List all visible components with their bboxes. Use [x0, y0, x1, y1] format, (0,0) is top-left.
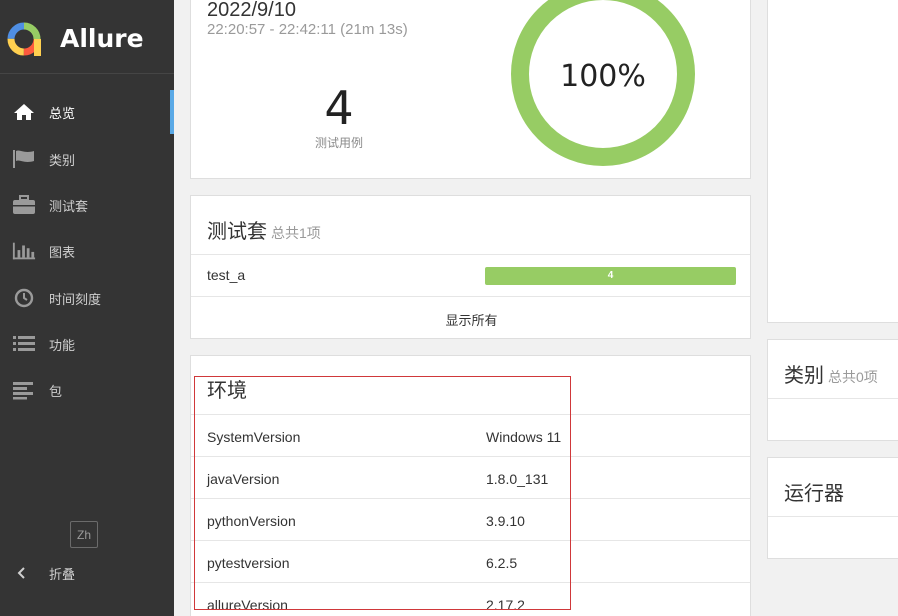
nav-item-suites[interactable]: 测试套	[0, 183, 174, 227]
trend-card	[767, 0, 898, 323]
bar-chart-icon	[12, 240, 36, 262]
test-case-label: 测试用例	[314, 136, 363, 150]
suite-name: test_a	[207, 267, 246, 283]
sidebar: Allure 总览 类别 测试套 图表 时间刻度 功能 包 Zh 折叠	[0, 0, 174, 616]
env-key: javaVersion	[207, 471, 280, 487]
env-value: 1.8.0_131	[486, 471, 549, 487]
test-case-count: 4	[324, 81, 354, 135]
nav-item-packages[interactable]: 包	[0, 368, 174, 412]
suites-title: 测试套 总共1项	[207, 215, 321, 244]
list-icon	[12, 333, 36, 355]
environment-row: javaVersion 1.8.0_131	[191, 457, 752, 499]
divider	[768, 398, 898, 399]
briefcase-icon	[12, 194, 36, 216]
brand[interactable]: Allure	[0, 0, 174, 74]
suite-status-bar[interactable]: 4	[485, 267, 736, 285]
nav-label: 图表	[49, 244, 76, 260]
divider	[191, 296, 750, 297]
environment-row: SystemVersion Windows 11	[191, 415, 752, 457]
nav-item-behaviors[interactable]: 功能	[0, 322, 174, 366]
suites-title-text: 测试套	[207, 221, 267, 243]
env-value: Windows 11	[486, 429, 562, 445]
report-time-range: 22:20:57 - 22:42:11 (21m 13s)	[207, 21, 408, 38]
env-key: SystemVersion	[207, 429, 301, 445]
categories-title-text: 类别	[784, 365, 824, 387]
nav-label: 功能	[49, 337, 76, 353]
allure-logo-icon	[7, 22, 41, 56]
env-value: 3.9.10	[486, 513, 525, 529]
language-button[interactable]: Zh	[70, 521, 98, 548]
pass-rate-ring[interactable]: 100%	[510, 0, 696, 167]
env-value: 6.2.5	[486, 555, 518, 571]
flag-icon	[12, 148, 36, 170]
chevron-left-icon	[17, 567, 25, 579]
align-left-icon	[12, 379, 36, 401]
environment-row: allureVersion 2.17.2	[191, 583, 752, 616]
nav-label: 类别	[49, 152, 76, 168]
nav-label: 测试套	[49, 198, 89, 214]
collapse-label: 折叠	[49, 566, 76, 582]
nav-item-timeline[interactable]: 时间刻度	[0, 276, 174, 320]
divider	[768, 516, 898, 517]
summary-card: 2022/9/10 22:20:57 - 22:42:11 (21m 13s) …	[190, 0, 751, 179]
nav-item-categories[interactable]: 类别	[0, 137, 174, 181]
suites-card: 测试套 总共1项 test_a 4 显示所有	[190, 195, 751, 339]
env-key: pythonVersion	[207, 513, 296, 529]
report-date: 2022/9/10	[207, 0, 296, 21]
nav-label: 时间刻度	[49, 291, 102, 307]
brand-name: Allure	[60, 24, 144, 53]
env-key: allureVersion	[207, 597, 288, 613]
env-key: pytestversion	[207, 555, 290, 571]
categories-title: 类别 总共0项	[784, 359, 878, 388]
nav-label: 包	[49, 383, 63, 399]
collapse-button[interactable]: 折叠	[0, 556, 174, 590]
categories-card: 类别 总共0项	[767, 339, 898, 441]
executors-title: 运行器	[784, 483, 844, 505]
nav-label: 总览	[49, 105, 76, 121]
env-value: 2.17.2	[486, 597, 525, 613]
clock-icon	[12, 287, 36, 309]
home-icon	[12, 101, 36, 123]
environment-title: 环境	[207, 380, 247, 402]
nav-item-graphs[interactable]: 图表	[0, 229, 174, 273]
executors-card: 运行器	[767, 457, 898, 559]
environment-row: pytestversion 6.2.5	[191, 541, 752, 583]
environment-row: pythonVersion 3.9.10	[191, 499, 752, 541]
show-all-link[interactable]: 显示所有	[191, 310, 752, 329]
pass-rate-text: 100%	[560, 59, 646, 94]
environment-card: 环境 SystemVersion Windows 11 javaVersion …	[190, 355, 751, 616]
nav-item-overview[interactable]: 总览	[0, 90, 174, 134]
categories-subtitle: 总共0项	[828, 369, 878, 385]
divider	[191, 254, 750, 255]
suites-subtitle: 总共1项	[271, 225, 321, 241]
